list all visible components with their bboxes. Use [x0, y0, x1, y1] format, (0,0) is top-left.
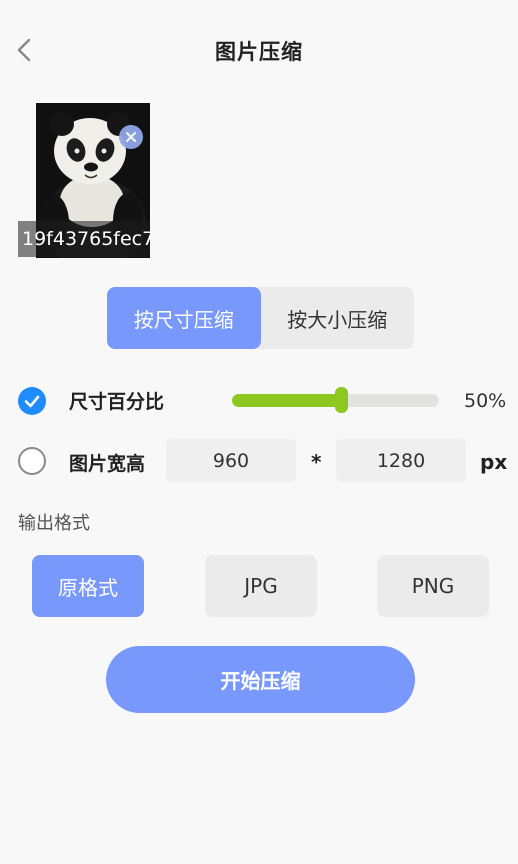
dimensions-label: 图片宽高 [69, 453, 146, 475]
dimensions-radio[interactable] [18, 447, 46, 475]
tab-by-size[interactable]: 按大小压缩 [261, 287, 415, 349]
file-name-label: 19f43765fec7 [18, 221, 150, 257]
percentage-radio[interactable] [18, 387, 46, 415]
unit-label: px [480, 450, 508, 474]
start-compress-button[interactable]: 开始压缩 [106, 646, 415, 713]
dimension-separator: * [311, 450, 322, 474]
slider-fill [232, 394, 336, 407]
close-icon [125, 131, 137, 143]
percentage-value: 50% [464, 390, 507, 412]
slider-handle[interactable] [335, 387, 348, 413]
format-png-button[interactable]: PNG [377, 555, 489, 617]
compress-mode-tabs: 按尺寸压缩 按大小压缩 [107, 287, 414, 349]
format-original-button[interactable]: 原格式 [32, 555, 144, 617]
tab-by-dimensions[interactable]: 按尺寸压缩 [107, 287, 261, 349]
remove-image-button[interactable] [119, 125, 143, 149]
height-input[interactable] [336, 439, 466, 482]
percentage-label: 尺寸百分比 [69, 391, 165, 413]
width-input[interactable] [166, 439, 296, 482]
checkmark-icon [24, 395, 40, 408]
page-title: 图片压缩 [215, 40, 303, 64]
format-jpg-button[interactable]: JPG [205, 555, 317, 617]
output-format-title: 输出格式 [18, 513, 90, 534]
